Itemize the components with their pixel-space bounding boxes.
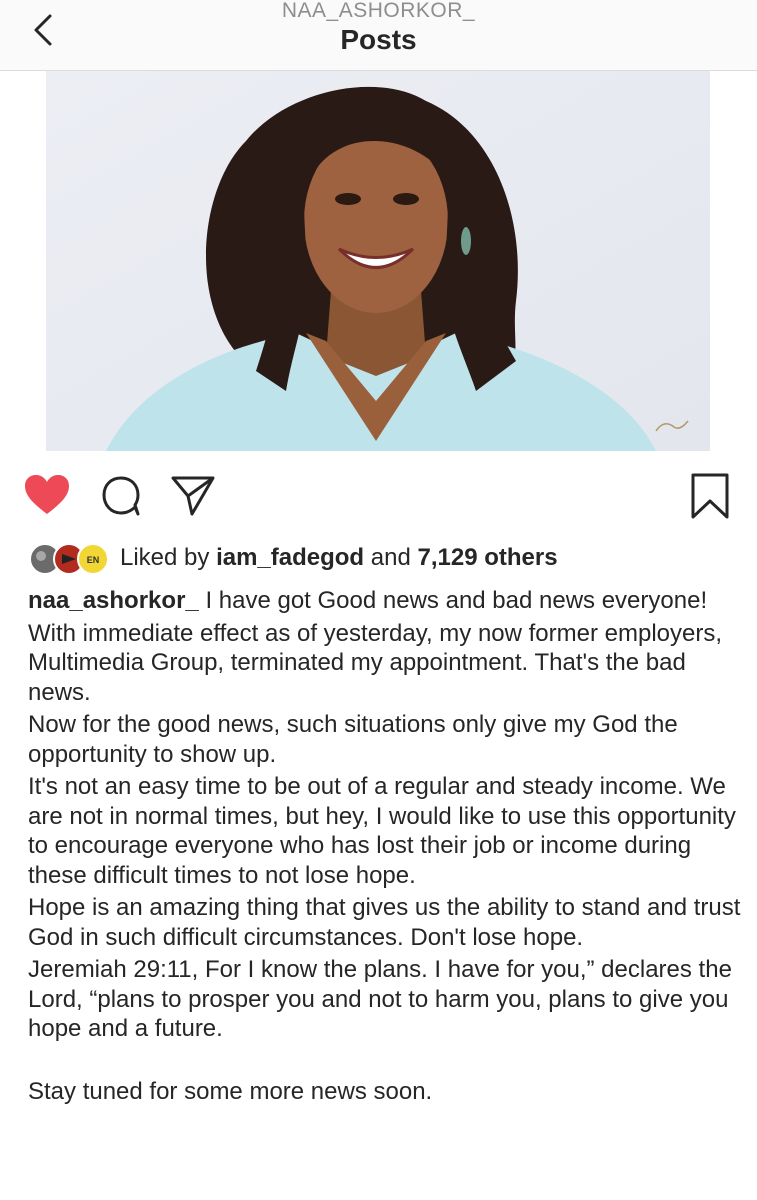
liker-username[interactable]: iam_fadegod [216,544,364,571]
likes-count[interactable]: 7,129 others [417,544,557,571]
likes-summary[interactable]: Liked by iam_fadegod and 7,129 others [120,542,558,574]
comment-icon [102,476,140,516]
post-caption: naa_ashorkor_ I have got Good news and b… [28,586,748,1109]
caption-line: Stay tuned for some more news soon. [28,1077,433,1105]
comment-button[interactable] [100,474,144,523]
heart-filled-icon [25,475,69,514]
post-action-bar [0,460,757,530]
caption-line: Now for the good news, such situations o… [28,711,678,768]
page-title: Posts [340,24,417,55]
caption-line: naa_ashorkor_ I have got Good news and b… [28,586,748,616]
likes-row: EN Liked by iam_fadegod and 7,129 others [29,540,730,576]
header-username[interactable]: NAA_ASHORKOR_ [0,0,757,22]
likes-prefix: Liked by [120,544,210,571]
liker-avatars[interactable]: EN [29,542,110,576]
send-icon [171,476,215,516]
save-button[interactable] [690,472,730,525]
share-button[interactable] [170,474,216,523]
svg-text:EN: EN [87,555,100,565]
caption-line: With immediate effect as of yesterday, m… [28,619,723,706]
post-photo[interactable] [46,71,710,451]
caption-text: I have got Good news and bad news everyo… [205,587,708,614]
bookmark-icon [691,473,729,519]
caption-line: Hope is an amazing thing that gives us t… [28,894,741,951]
caption-line: It's not an easy time to be out of a reg… [28,773,736,889]
top-nav-bar: NAA_ASHORKOR_ Posts [0,0,757,71]
caption-line: Jeremiah 29:11, For I know the plans. I … [28,956,732,1042]
like-button[interactable] [24,474,70,521]
likes-and: and [370,544,411,571]
caption-username[interactable]: naa_ashorkor_ [28,587,199,614]
